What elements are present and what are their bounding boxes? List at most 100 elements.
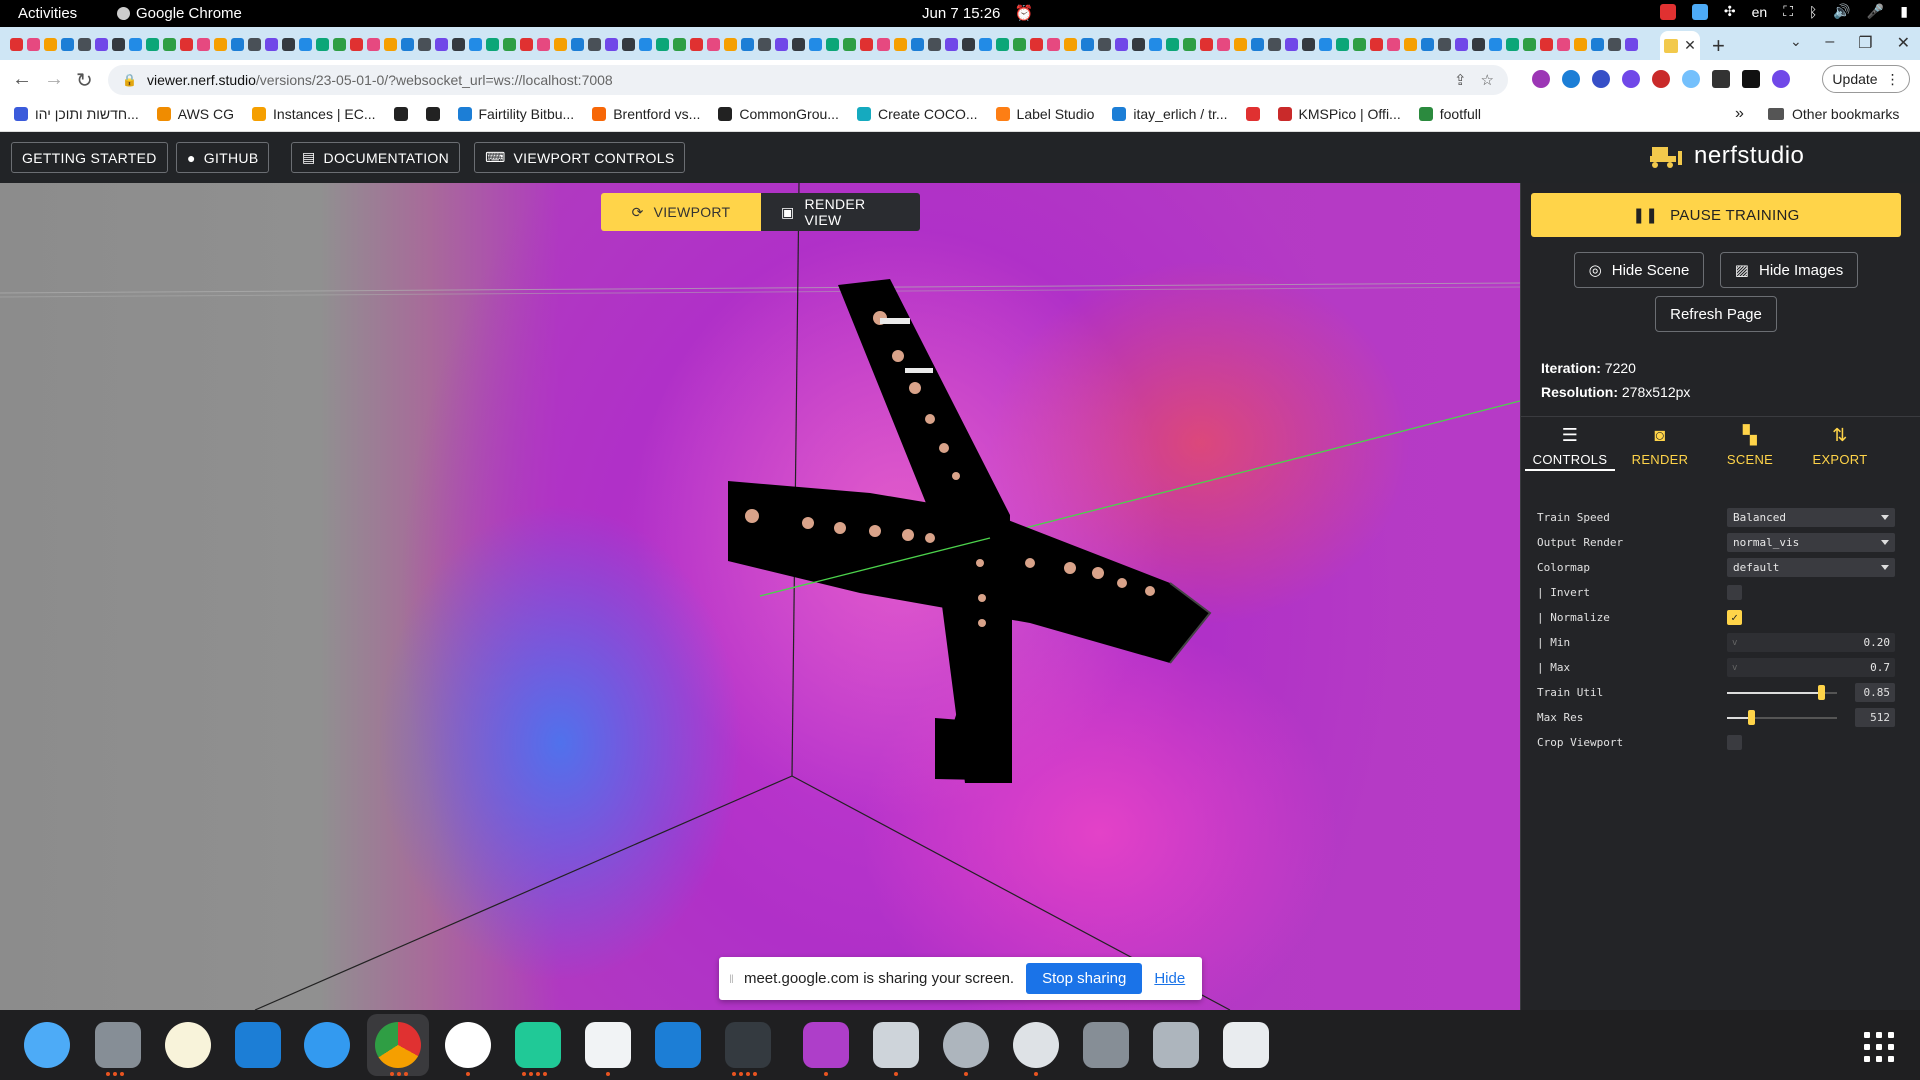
system-tray[interactable]: ✣ en ⛶ ᛒ 🔊 🎤 ▮ [1659,3,1908,20]
tab-favicon-icon[interactable] [231,38,244,52]
documentation-button[interactable]: ▤ DOCUMENTATION [291,142,461,173]
tab-favicon-icon[interactable] [809,38,822,52]
tab-favicon-icon[interactable] [1319,38,1332,52]
tab-favicon-icon[interactable] [486,38,499,52]
tab-favicon-icon[interactable] [1200,38,1213,52]
tab-favicon-icon[interactable] [537,38,550,52]
tab-favicon-icon[interactable] [333,38,346,52]
tab-favicon-icon[interactable] [1132,38,1145,52]
bookmark-item[interactable]: Label Studio [995,106,1094,122]
extension-icon[interactable] [1652,70,1670,88]
tab-favicon-icon[interactable] [1387,38,1400,52]
tab-favicon-icon[interactable] [1455,38,1468,52]
back-arrow-icon[interactable]: ← [12,68,32,91]
tab-search-icon[interactable]: ⌄ [1790,33,1802,50]
bookmark-item[interactable]: CommonGrou... [718,106,839,122]
tab-favicon-icon[interactable] [1251,38,1264,52]
trash-icon[interactable] [1223,1022,1269,1068]
bookmark-item[interactable]: footfull [1418,106,1481,122]
tab-export[interactable]: ⇅ EXPORT [1795,415,1885,471]
ssd-drive-icon[interactable] [1083,1022,1129,1068]
app-menu[interactable]: Google Chrome [117,5,242,22]
train-util-slider[interactable] [1727,692,1821,694]
hide-scene-button[interactable]: ◎ Hide Scene [1574,252,1704,288]
battery-icon[interactable]: ▮ [1900,3,1908,20]
bookmark-star-icon[interactable]: ☆ [1481,71,1494,89]
bookmark-item[interactable]: חדשות ותוכן יהו... [14,106,139,122]
tab-favicon-icon[interactable] [61,38,74,52]
tab-favicon-icon[interactable] [860,38,873,52]
tab-render[interactable]: ◙ RENDER [1615,415,1705,471]
bookmark-item[interactable]: Brentford vs... [592,106,700,122]
terminal-icon[interactable] [725,1022,771,1068]
tab-favicon-icon[interactable] [826,38,839,52]
bookmark-item[interactable]: Fairtility Bitbu... [457,106,574,122]
drag-handle-icon[interactable]: ‖ [729,972,734,986]
tab-favicon-icon[interactable] [1489,38,1502,52]
lock-icon[interactable]: 🔒 [122,73,137,87]
tab-favicon-icon[interactable] [350,38,363,52]
bookmark-item[interactable] [1245,107,1260,121]
restore-icon[interactable]: ❐ [1858,33,1872,53]
active-tab[interactable]: ✕ [1660,31,1700,60]
tab-favicon-icon[interactable] [418,38,431,52]
tab-favicon-icon[interactable] [1472,38,1485,52]
min-input[interactable]: v 0.20 [1727,633,1895,652]
bookmark-item[interactable]: itay_erlich / tr... [1112,106,1228,122]
invert-checkbox[interactable] [1727,585,1742,600]
tab-favicon-icon[interactable] [1302,38,1315,52]
extension-icon[interactable] [1562,70,1580,88]
reload-icon[interactable]: ↻ [76,68,93,93]
tab-favicon-icon[interactable] [1438,38,1451,52]
max-res-input[interactable]: 512 [1855,708,1895,727]
tab-favicon-icon[interactable] [690,38,703,52]
extension-icon[interactable] [1682,70,1700,88]
other-bookmarks[interactable]: Other bookmarks [1768,106,1899,122]
extension-icon[interactable] [1532,70,1550,88]
train-speed-select[interactable]: Balanced [1727,508,1895,527]
puzzle-icon[interactable] [1712,70,1730,88]
hide-link[interactable]: Hide [1154,970,1185,987]
tab-favicon-icon[interactable] [571,38,584,52]
tab-favicon-icon[interactable] [962,38,975,52]
bluetooth-icon[interactable]: ᛒ [1809,4,1817,20]
tab-favicon-icon[interactable] [1149,38,1162,52]
tab-favicon-icon[interactable] [1268,38,1281,52]
side-panel-icon[interactable] [1742,70,1760,88]
settings-icon[interactable] [943,1022,989,1068]
share-icon[interactable]: ⇪ [1454,71,1467,89]
bookmark-item[interactable]: AWS CG [156,106,234,122]
tab-favicon-icon[interactable] [95,38,108,52]
chrome-dock-icon[interactable] [375,1022,421,1068]
max-res-slider-thumb[interactable] [1748,710,1756,725]
bookmark-item[interactable]: Instances | EC... [252,106,376,122]
tab-favicon-icon[interactable] [1421,38,1434,52]
tab-favicon-icon[interactable] [27,38,40,52]
tab-favicon-icon[interactable] [1404,38,1417,52]
refresh-page-button[interactable]: Refresh Page [1655,296,1777,332]
tab-favicon-icon[interactable] [1608,38,1621,52]
stop-sharing-button[interactable]: Stop sharing [1026,963,1143,994]
extension-icon[interactable] [1622,70,1640,88]
tab-favicon-icon[interactable] [979,38,992,52]
extension-icon[interactable] [1592,70,1610,88]
tab-favicon-icon[interactable] [469,38,482,52]
tab-favicon-icon[interactable] [775,38,788,52]
drive-icon[interactable] [1153,1022,1199,1068]
tab-favicon-icon[interactable] [707,38,720,52]
bookmark-item[interactable]: KMSPico | Offi... [1277,106,1401,122]
volume-icon[interactable]: 🔊 [1833,3,1850,20]
tab-favicon-icon[interactable] [1591,38,1604,52]
tab-favicon-icon[interactable] [1625,38,1638,52]
anydesk-icon[interactable] [1659,3,1676,20]
tab-favicon-icon[interactable] [758,38,771,52]
close-window-icon[interactable]: ✕ [1897,33,1910,53]
output-render-select[interactable]: normal_vis [1727,533,1895,552]
tab-favicon-icon[interactable] [10,38,23,52]
tab-favicon-icon[interactable] [299,38,312,52]
tab-favicon-icon[interactable] [792,38,805,52]
max-input[interactable]: v 0.7 [1727,658,1895,677]
close-tab-icon[interactable]: ✕ [1684,37,1696,54]
tab-favicon-icon[interactable] [1013,38,1026,52]
software-updater-icon[interactable] [1013,1022,1059,1068]
